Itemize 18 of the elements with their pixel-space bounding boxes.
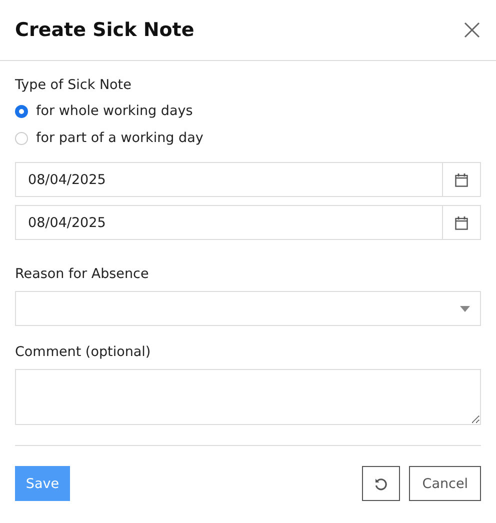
dropdown-arrow-icon bbox=[460, 306, 470, 312]
radio-label[interactable]: for part of a working day bbox=[36, 130, 204, 146]
cancel-button[interactable]: Cancel bbox=[409, 466, 481, 501]
calendar-icon[interactable] bbox=[455, 172, 468, 186]
radio-label[interactable]: for whole working days bbox=[36, 103, 193, 119]
radio-button[interactable] bbox=[15, 132, 28, 144]
field-label: Comment (optional) bbox=[15, 344, 151, 360]
reset-button[interactable] bbox=[362, 466, 400, 501]
field-label: Type of Sick Note bbox=[15, 77, 132, 93]
dialog-title: Create Sick Note bbox=[15, 19, 194, 41]
field-label: Reason for Absence bbox=[15, 266, 149, 282]
calendar-icon[interactable] bbox=[455, 216, 468, 230]
undo-icon bbox=[374, 476, 388, 490]
radio-button[interactable] bbox=[15, 104, 28, 118]
date-field[interactable]: 08/04/2025 bbox=[15, 205, 481, 240]
close-icon[interactable] bbox=[464, 22, 480, 38]
comment-field[interactable] bbox=[15, 369, 481, 425]
date-field[interactable]: 08/04/2025 bbox=[15, 162, 481, 197]
